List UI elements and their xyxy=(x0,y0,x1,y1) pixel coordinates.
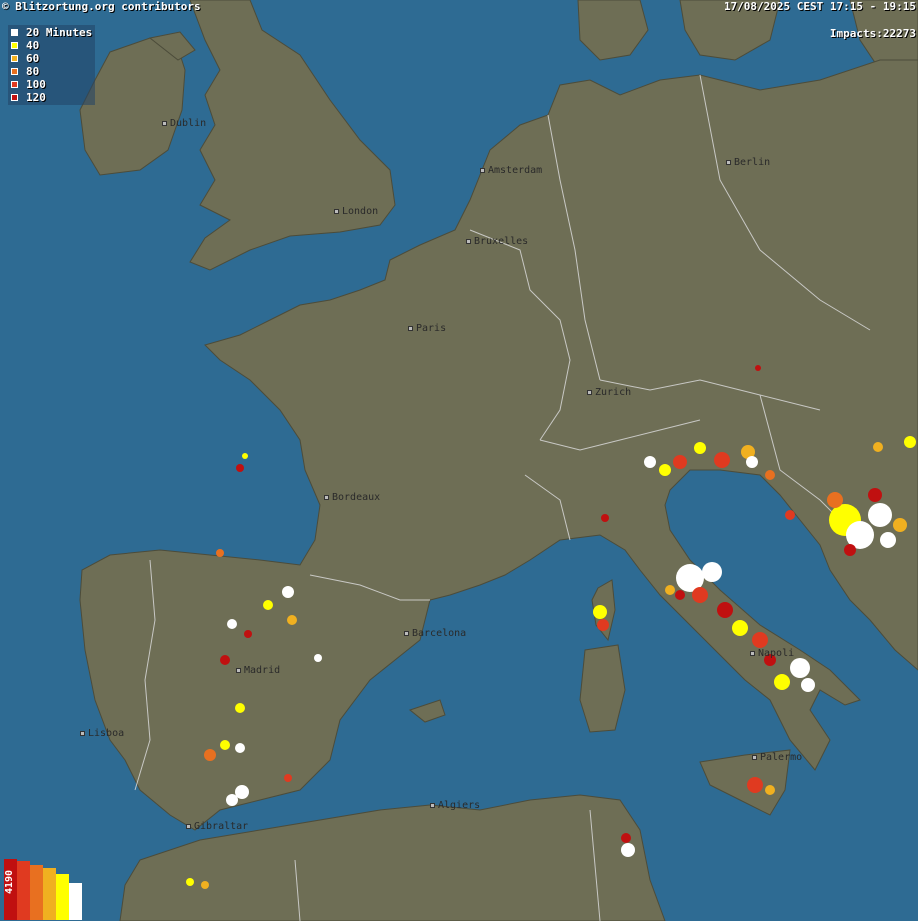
city-marker-icon xyxy=(404,630,409,636)
city-label: Barcelona xyxy=(404,628,466,639)
histogram-max-label: 4190 xyxy=(4,869,15,895)
city-marker-icon xyxy=(480,167,485,173)
legend-swatch xyxy=(11,29,18,36)
city-name: Bruxelles xyxy=(474,236,529,247)
legend-label: 20 Minutes xyxy=(26,26,93,39)
city-name: Bordeaux xyxy=(332,492,381,503)
city-marker-icon xyxy=(587,389,592,395)
city-marker-icon xyxy=(324,494,329,500)
city-name: Lisboa xyxy=(88,728,125,739)
credit-text: © Blitzortung.org contributors xyxy=(2,0,201,13)
legend-item: 120 xyxy=(11,91,92,104)
histogram-bar xyxy=(56,874,69,920)
city-label: London xyxy=(334,206,378,217)
land-sardinia xyxy=(579,644,626,733)
histogram-bar xyxy=(43,868,56,920)
city-label: Bruxelles xyxy=(466,236,528,247)
city-name: Palermo xyxy=(760,752,803,763)
legend-label: 120 xyxy=(26,91,46,104)
city-marker-icon xyxy=(162,120,167,126)
city-name: Gibraltar xyxy=(194,821,249,832)
legend-item: 100 xyxy=(11,78,92,91)
legend-label: 100 xyxy=(26,78,46,91)
legend-item: 40 xyxy=(11,39,92,52)
city-marker-icon xyxy=(334,208,339,214)
legend-swatch xyxy=(11,68,18,75)
city-label: Dublin xyxy=(162,118,206,129)
city-name: Dublin xyxy=(170,118,207,129)
city-name: Madrid xyxy=(244,665,281,676)
city-marker-icon xyxy=(408,325,413,331)
city-label: Amsterdam xyxy=(480,165,542,176)
city-marker-icon xyxy=(80,730,85,736)
city-label: Bordeaux xyxy=(324,492,380,503)
city-label: Zurich xyxy=(587,387,631,398)
city-name: Berlin xyxy=(734,157,771,168)
city-name: Zurich xyxy=(595,387,632,398)
city-label: Gibraltar xyxy=(186,821,248,832)
legend-swatch xyxy=(11,94,18,101)
legend-swatch xyxy=(11,55,18,62)
city-name: Napoli xyxy=(758,648,795,659)
time-legend: 20 Minutes 40 60 80 100 120 xyxy=(8,25,96,105)
city-name: Algiers xyxy=(438,800,481,811)
city-label: Algiers xyxy=(430,800,480,811)
histogram-bar xyxy=(17,861,30,920)
city-marker-icon xyxy=(236,667,241,673)
map-svg xyxy=(0,0,918,921)
city-label: Palermo xyxy=(752,752,802,763)
city-label: Paris xyxy=(408,323,446,334)
legend-item: 20 Minutes xyxy=(11,26,92,39)
legend-swatch xyxy=(11,81,18,88)
histogram-bar xyxy=(30,865,43,920)
legend-label: 60 xyxy=(26,52,40,65)
lightning-map[interactable]: © Blitzortung.org contributors 17/08/202… xyxy=(0,0,918,921)
city-name: Paris xyxy=(416,323,447,334)
city-label: Berlin xyxy=(726,157,770,168)
time-range: 17/08/2025 CEST 17:15 - 19:15 xyxy=(723,0,916,13)
city-name: Barcelona xyxy=(412,628,467,639)
city-marker-icon xyxy=(752,754,757,760)
city-marker-icon xyxy=(466,238,471,244)
city-label: Lisboa xyxy=(80,728,124,739)
city-name: London xyxy=(342,206,379,217)
legend-label: 80 xyxy=(26,65,40,78)
legend-item: 80 xyxy=(11,65,92,78)
legend-label: 40 xyxy=(26,39,40,52)
city-label: Madrid xyxy=(236,665,280,676)
legend-item: 60 xyxy=(11,52,92,65)
city-label: Napoli xyxy=(750,648,794,659)
city-marker-icon xyxy=(726,159,731,165)
histogram-bar xyxy=(69,883,82,920)
city-name: Amsterdam xyxy=(488,165,543,176)
city-marker-icon xyxy=(430,802,435,808)
city-marker-icon xyxy=(750,650,755,656)
impact-count: Impacts:22273 xyxy=(829,27,916,40)
city-marker-icon xyxy=(186,823,191,829)
legend-swatch xyxy=(11,42,18,49)
